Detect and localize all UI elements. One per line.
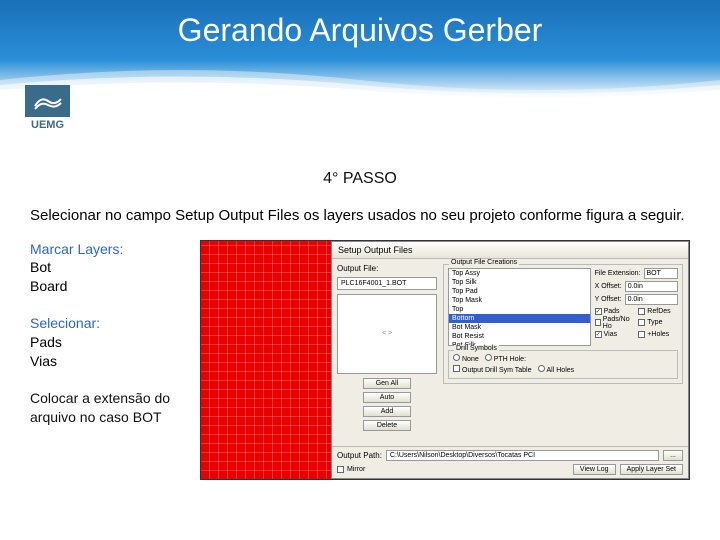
slide-header: Gerando Arquivos Gerber: [0, 0, 720, 100]
logo-text: UEMG: [25, 119, 70, 131]
wave-decoration: [0, 60, 720, 100]
mirror-checkbox[interactable]: Mirror: [337, 466, 365, 473]
logo-icon: [25, 85, 70, 117]
drill-legend: Drill Symbols: [454, 345, 499, 352]
gen-all-button[interactable]: Gen All: [363, 378, 411, 389]
file-ext-label: File Extension:: [595, 270, 641, 277]
dialog-titlebar: Setup Output Files: [332, 242, 688, 259]
apply-layer-set-button[interactable]: Apply Layer Set: [620, 464, 683, 475]
slide-title: Gerando Arquivos Gerber: [0, 12, 720, 49]
radio-pth[interactable]: PTH Hole:: [485, 354, 526, 363]
selecionar-vias: Vias: [30, 352, 190, 371]
instruction-text: Selecionar no campo Setup Output Files o…: [30, 206, 690, 226]
cb-holes[interactable]: +Holes: [638, 331, 678, 338]
yoffset-label: Y Offset:: [595, 296, 622, 303]
cb-padslno[interactable]: Pads/No Ho: [595, 316, 635, 330]
files-listbox[interactable]: < >: [337, 294, 437, 374]
auto-button[interactable]: Auto: [363, 392, 411, 403]
selecionar-pads: Pads: [30, 333, 190, 352]
uemg-logo: UEMG: [25, 85, 70, 131]
delete-button[interactable]: Delete: [363, 420, 411, 431]
output-path-input[interactable]: C:\Users\Nilson\Desktop\Diversos\Tocatas…: [386, 450, 659, 461]
cb-vias[interactable]: Vias: [595, 331, 635, 338]
add-button[interactable]: Add: [363, 406, 411, 417]
ext-note: Colocar a extensão do arquivo no caso BO…: [30, 389, 190, 427]
layer-item[interactable]: Top Pad: [449, 287, 590, 296]
xoffset-label: X Offset:: [595, 283, 622, 290]
cb-output-drill[interactable]: Output Drill Sym Table: [453, 365, 532, 374]
file-creation-fieldset: Output File Creations Top AssyTop SilkTo…: [443, 264, 683, 384]
content-area: 4° PASSO Selecionar no campo Setup Outpu…: [0, 170, 720, 480]
cb-type[interactable]: Type: [638, 316, 678, 330]
left-annotations: Marcar Layers: Bot Board Selecionar: Pad…: [30, 240, 190, 480]
layer-item[interactable]: Top: [449, 305, 590, 314]
layer-item[interactable]: Top Mask: [449, 296, 590, 305]
layer-item[interactable]: Top Assy: [449, 269, 590, 278]
xoffset-input[interactable]: 0.0in: [625, 281, 678, 292]
file-ext-input[interactable]: BOT: [644, 268, 678, 279]
file-creation-legend: Output File Creations: [449, 259, 519, 266]
layer-item[interactable]: Bot Resist: [449, 332, 590, 341]
marcar-layers-heading: Marcar Layers:: [30, 240, 190, 259]
browse-button[interactable]: ...: [663, 450, 683, 461]
yoffset-input[interactable]: 0.0in: [625, 294, 678, 305]
output-file-label: Output File:: [337, 264, 437, 273]
marcar-bot: Bot: [30, 258, 190, 277]
radio-all-holes[interactable]: All Holes: [538, 365, 575, 374]
layer-item[interactable]: Bot Mask: [449, 323, 590, 332]
screenshot-area: Setup Output Files Output File: PLC16F40…: [200, 240, 690, 480]
output-path-label: Output Path:: [337, 451, 382, 460]
setup-output-files-dialog: Setup Output Files Output File: PLC16F40…: [331, 241, 689, 479]
layer-list[interactable]: Top AssyTop SilkTop PadTop MaskTopBottom…: [448, 268, 591, 346]
selecionar-heading: Selecionar:: [30, 314, 190, 333]
layer-item[interactable]: Bottom: [449, 314, 590, 323]
output-file-input[interactable]: PLC16F4001_1.BOT: [337, 277, 437, 290]
cb-pads[interactable]: Pads: [595, 308, 635, 315]
step-label: 4° PASSO: [30, 170, 690, 188]
viewlog-button[interactable]: View Log: [573, 464, 616, 475]
radio-none[interactable]: None: [453, 354, 479, 363]
layer-item[interactable]: Top Silk: [449, 278, 590, 287]
marcar-board: Board: [30, 277, 190, 296]
bottom-area: Marcar Layers: Bot Board Selecionar: Pad…: [30, 240, 690, 480]
cb-refdes[interactable]: RefDes: [638, 308, 678, 315]
drill-symbols-fieldset: Drill Symbols None PTH Hole: Output Dril…: [448, 350, 678, 379]
